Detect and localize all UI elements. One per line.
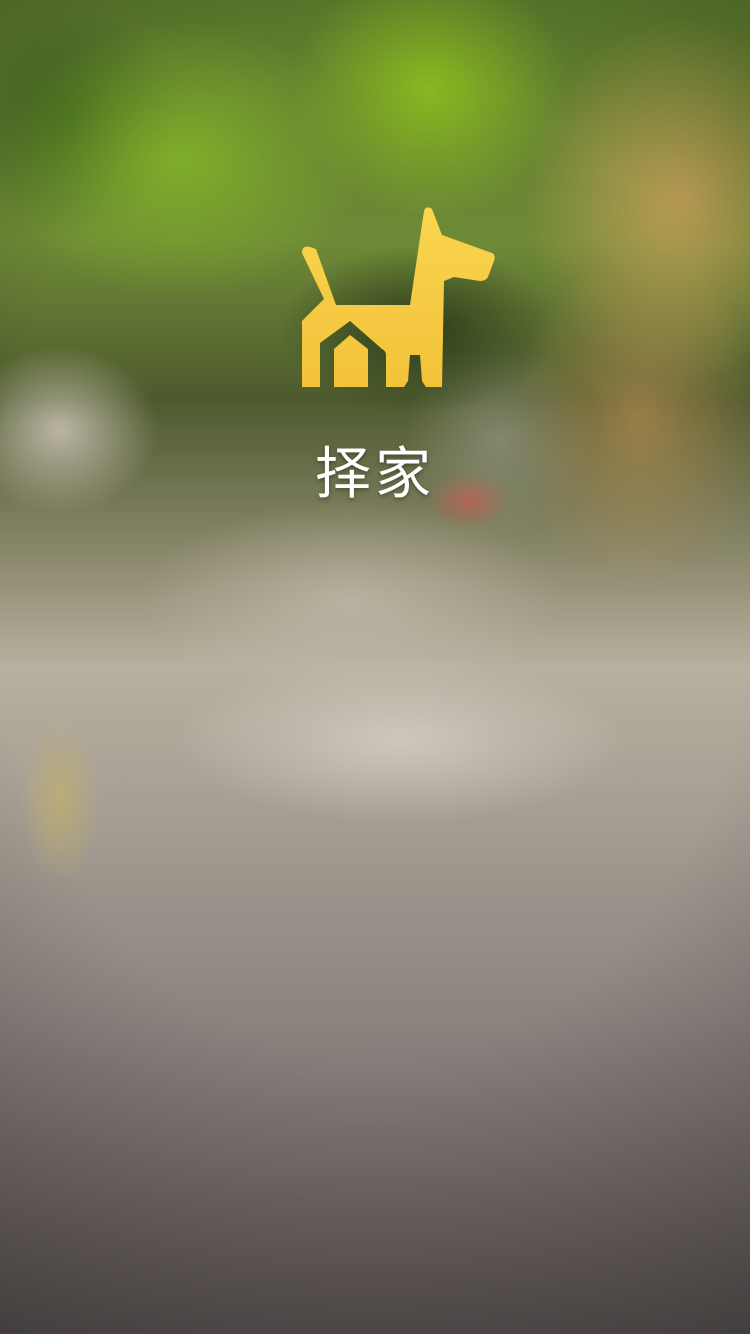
dog-house-icon [302, 207, 495, 387]
splash-screen: 择家 [0, 0, 750, 1334]
background-vignette [0, 0, 750, 1334]
app-name-title: 择家 [315, 442, 435, 507]
app-logo [298, 205, 498, 391]
